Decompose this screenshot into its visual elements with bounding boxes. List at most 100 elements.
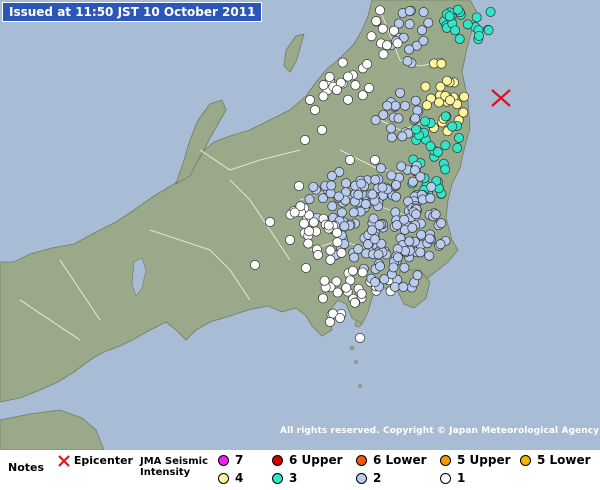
station-marker: [390, 281, 400, 292]
station-marker: [332, 287, 343, 298]
station-marker: [407, 222, 418, 233]
station-marker: [402, 56, 413, 67]
station-marker: [301, 263, 311, 273]
intensity-7-icon: [218, 455, 229, 466]
station-marker: [333, 191, 344, 202]
station-marker: [471, 12, 482, 23]
station-marker: [485, 6, 496, 17]
station-marker: [349, 252, 360, 263]
station-marker: [370, 277, 380, 288]
station-marker: [331, 85, 342, 95]
legend-item-label: 3: [289, 471, 298, 485]
station-marker: [440, 111, 451, 122]
station-marker: [386, 132, 397, 143]
intensity-2-icon: [356, 473, 367, 484]
station-marker: [370, 155, 380, 165]
legend-item-label: 1: [457, 471, 466, 485]
station-marker: [483, 25, 494, 36]
station-marker: [418, 7, 429, 18]
legend-item-6-lower: 6 Lower: [356, 454, 427, 467]
legend-item-label: 4: [235, 471, 244, 485]
station-marker: [347, 265, 358, 276]
station-marker: [370, 115, 381, 126]
intensity-5-upper-icon: [440, 455, 451, 466]
station-marker: [327, 201, 338, 212]
station-marker: [375, 261, 385, 272]
station-marker: [396, 161, 407, 172]
station-marker: [305, 95, 315, 105]
station-marker: [459, 91, 470, 102]
station-marker: [349, 297, 360, 308]
station-marker: [353, 189, 364, 200]
legend-item-2: 2: [356, 472, 381, 485]
station-marker: [404, 6, 415, 16]
station-marker: [440, 164, 451, 175]
legend-epicenter-label: Epicenter: [73, 454, 133, 467]
legend-item-1: 1: [440, 472, 465, 485]
station-marker: [392, 252, 403, 263]
station-marker: [371, 16, 382, 27]
legend-item-label: 6 Upper: [289, 453, 343, 467]
station-marker: [425, 193, 436, 204]
station-marker: [411, 209, 422, 220]
station-marker: [366, 31, 377, 42]
station-marker: [474, 30, 484, 41]
station-marker: [400, 100, 411, 111]
station-marker: [332, 237, 343, 248]
station-marker: [391, 179, 402, 190]
station-marker: [375, 5, 385, 16]
station-marker: [404, 19, 415, 30]
station-marker: [356, 288, 367, 299]
legend-item-label: 6 Lower: [373, 453, 427, 467]
station-marker: [327, 171, 337, 181]
station-marker: [337, 57, 348, 68]
station-marker: [424, 250, 435, 261]
station-marker: [420, 116, 430, 127]
issued-banner: Issued at 11:50 JST 10 October 2011: [2, 2, 263, 22]
station-marker: [323, 220, 334, 231]
station-marker: [332, 227, 342, 238]
station-marker: [422, 100, 432, 111]
station-marker: [367, 189, 378, 200]
station-marker: [336, 207, 347, 218]
station-marker: [370, 174, 381, 185]
station-marker: [397, 131, 408, 142]
station-marker: [341, 178, 351, 189]
legend-item-6-upper: 6 Upper: [272, 454, 343, 467]
station-marker: [304, 194, 315, 205]
station-marker: [336, 247, 347, 258]
station-marker: [369, 234, 380, 245]
legend-intensity-title: JMA Seismic Intensity: [140, 456, 209, 478]
station-marker: [313, 250, 323, 260]
station-marker: [310, 105, 320, 115]
station-marker: [318, 91, 329, 102]
legend-item-7: 7: [218, 454, 243, 467]
station-marker: [412, 270, 423, 281]
station-marker: [430, 209, 441, 220]
station-marker: [362, 59, 373, 70]
station-marker: [393, 113, 404, 124]
station-marker: [435, 239, 446, 250]
station-marker: [415, 247, 426, 258]
legend-item-5-upper: 5 Upper: [440, 454, 511, 467]
intensity-1-icon: [440, 473, 451, 484]
station-marker: [386, 123, 396, 134]
station-marker: [265, 217, 275, 227]
station-marker: [458, 107, 469, 118]
station-marker: [325, 317, 335, 327]
station-marker: [392, 38, 403, 49]
station-marker: [318, 293, 328, 304]
station-marker: [454, 132, 464, 143]
station-marker: [341, 282, 352, 293]
station-marker: [335, 313, 345, 323]
station-marker: [300, 135, 310, 145]
station-marker: [343, 71, 353, 82]
station-marker: [388, 262, 399, 273]
intensity-map: [0, 0, 600, 450]
station-marker: [399, 262, 410, 273]
station-marker: [404, 236, 415, 247]
intensity-6-upper-icon: [272, 455, 283, 466]
station-marker: [390, 100, 401, 111]
station-marker: [453, 4, 463, 15]
station-marker: [386, 170, 397, 181]
